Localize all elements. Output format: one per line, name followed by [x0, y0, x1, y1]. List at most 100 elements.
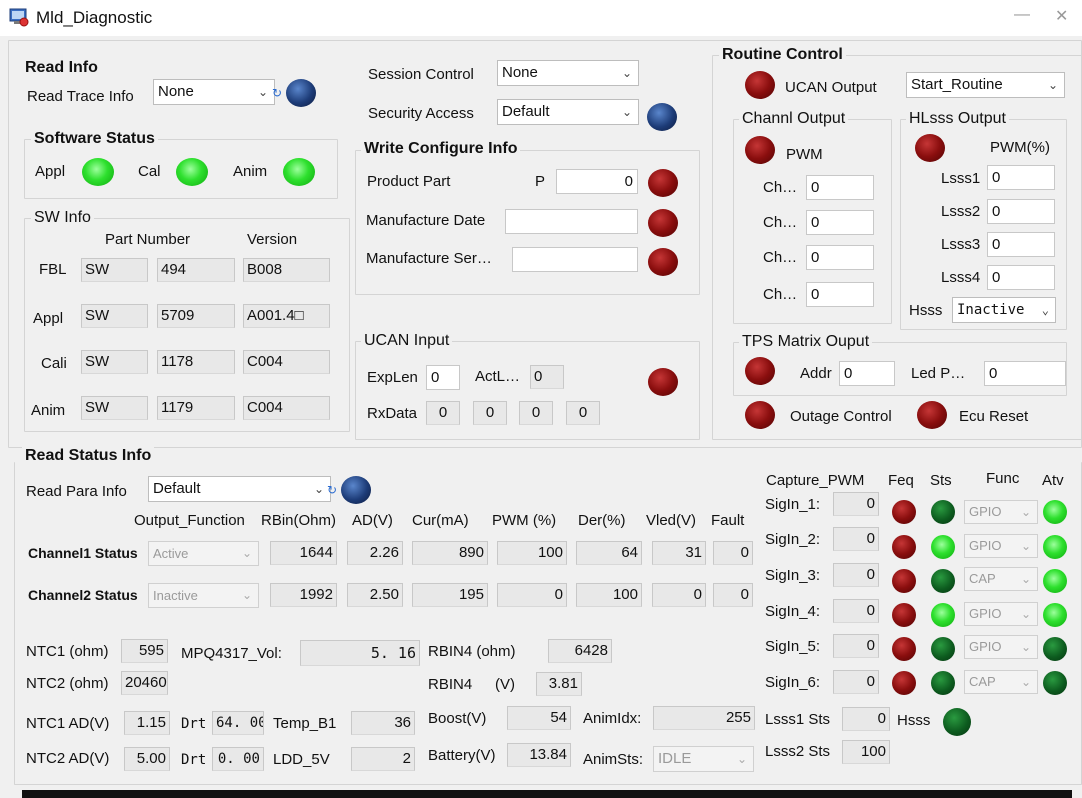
fbl-part-field: 494: [157, 258, 235, 282]
lsss2-sts-label: Lsss2 Sts: [765, 743, 831, 760]
ch-label-4: Ch…: [763, 286, 798, 303]
pwm-label: PWM: [786, 146, 823, 163]
security-access-combo[interactable]: Default ⌄: [497, 99, 639, 125]
sigin5-atv-led: [1043, 637, 1067, 661]
sigin2-sts-led: [931, 535, 955, 559]
explen-input[interactable]: 0: [426, 365, 460, 390]
animsts-combo[interactable]: IDLE ⌄: [653, 746, 754, 772]
routine-combo[interactable]: Start_Routine ⌄: [906, 72, 1065, 98]
minimize-button[interactable]: —: [1014, 6, 1030, 24]
refresh-icon[interactable]: ↻: [272, 86, 282, 100]
chevron-down-icon: ⌄: [1020, 675, 1031, 689]
channel1-cur: 890: [412, 541, 488, 565]
cal-status-label: Cal: [138, 163, 161, 180]
addr-input[interactable]: 0: [839, 361, 895, 386]
sigin5-func-combo[interactable]: GPIO ⌄: [964, 635, 1038, 659]
ntc1-ohm-label: NTC1 (ohm): [26, 643, 109, 660]
animidx-label: AnimIdx:: [583, 710, 642, 727]
cali-part-field: 1178: [157, 350, 235, 374]
sw-info-title: SW Info: [31, 209, 94, 227]
sigin2-label: SigIn_2:: [765, 531, 821, 548]
ntc1-ad-field: 1.15: [124, 711, 170, 735]
appl-sw-field: SW: [81, 304, 148, 328]
sigin3-func-combo[interactable]: CAP ⌄: [964, 567, 1038, 591]
header-vled: Vled(V): [646, 512, 697, 529]
sigin4-value: 0: [833, 599, 879, 623]
sigin4-func-combo[interactable]: GPIO ⌄: [964, 602, 1038, 626]
sigin6-value: 0: [833, 670, 879, 694]
actl-label: ActL…: [475, 368, 521, 385]
lsss2-input[interactable]: 0: [987, 199, 1055, 224]
anim-status-led: [283, 158, 315, 186]
ch-input-3[interactable]: 0: [806, 245, 874, 270]
app-icon: [9, 8, 29, 27]
ledp-input[interactable]: 0: [984, 361, 1066, 386]
ntc2-ad-label: NTC2 AD(V): [26, 750, 110, 767]
ldd-5v-field: 2: [351, 747, 415, 771]
manufacture-ser-led: [648, 248, 678, 276]
hsss-combo[interactable]: Inactive ⌄: [952, 297, 1056, 323]
refresh-icon[interactable]: ↻: [327, 483, 337, 497]
ch-input-1[interactable]: 0: [806, 175, 874, 200]
ucan-input-title: UCAN Input: [361, 332, 453, 350]
channel1-ad: 2.26: [347, 541, 403, 565]
chevron-down-icon: ⌄: [1047, 78, 1058, 92]
channel2-label: Channel2 Status: [28, 587, 138, 603]
rbin4-ohm-label: RBIN4 (ohm): [428, 643, 516, 660]
product-part-input[interactable]: 0: [556, 169, 638, 194]
fbl-version-field: B008: [243, 258, 330, 282]
tps-matrix-title: TPS Matrix Ouput: [739, 333, 873, 351]
manufacture-date-input[interactable]: [505, 209, 638, 234]
hlsss-output-title: HLsss Output: [906, 110, 1009, 128]
appl-status-label: Appl: [35, 163, 66, 180]
session-control-combo[interactable]: None ⌄: [497, 60, 639, 86]
chevron-down-icon: ⌄: [621, 105, 632, 119]
sigin2-feq-led: [892, 535, 916, 559]
read-para-combo[interactable]: Default ⌄: [148, 476, 331, 502]
part-number-header: Part Number: [105, 231, 191, 248]
ucan-input-group: [355, 341, 700, 440]
temp-b1-field: 36: [351, 711, 415, 735]
lsss3-input[interactable]: 0: [987, 232, 1055, 257]
sigin6-atv-led: [1043, 671, 1067, 695]
lsss1-input[interactable]: 0: [987, 165, 1055, 190]
animidx-field: 255: [653, 706, 755, 730]
chevron-down-icon: ⌄: [1020, 572, 1031, 586]
ntc1-ohm-field: 595: [121, 639, 168, 663]
rxdata-byte-0: 0: [426, 401, 460, 425]
rbin4-v-label: RBIN4: [428, 676, 473, 693]
appl-label: Appl: [33, 310, 64, 327]
channel2-fault: 0: [713, 583, 753, 607]
channel2-func-combo[interactable]: Inactive ⌄: [148, 583, 259, 608]
sigin6-func-combo[interactable]: CAP ⌄: [964, 670, 1038, 694]
animsts-label: AnimSts:: [583, 751, 644, 768]
channel1-func-combo[interactable]: Active ⌄: [148, 541, 259, 566]
read-status-group: [14, 462, 1082, 785]
manufacture-ser-label: Manufacture Ser…: [366, 250, 492, 267]
channel1-vled: 31: [652, 541, 706, 565]
lsss4-input[interactable]: 0: [987, 265, 1055, 290]
version-header: Version: [247, 231, 298, 248]
outage-control-led[interactable]: [745, 401, 775, 429]
read-trace-combo[interactable]: None ⌄: [153, 79, 275, 105]
ch-input-2[interactable]: 0: [806, 210, 874, 235]
func-header: Func: [986, 470, 1020, 487]
routine-value: Start_Routine: [911, 76, 1003, 93]
chevron-down-icon: ⌄: [1020, 505, 1031, 519]
header-rbin: RBin(Ohm): [261, 512, 337, 529]
appl-version-field: A001.4□: [243, 304, 330, 328]
rbin4-v-field: 3.81: [536, 672, 582, 696]
boost-label: Boost(V): [428, 710, 487, 727]
sigin1-func-value: GPIO: [969, 504, 1002, 519]
ecu-reset-led[interactable]: [917, 401, 947, 429]
hlsss-pwm-led: [915, 134, 945, 162]
close-button[interactable]: ✕: [1055, 6, 1068, 26]
cali-sw-field: SW: [81, 350, 148, 374]
ldd-5v-label: LDD_5V: [273, 751, 330, 768]
manufacture-ser-input[interactable]: [512, 247, 638, 272]
ch-input-4[interactable]: 0: [806, 282, 874, 307]
sigin5-sts-led: [931, 637, 955, 661]
sigin1-func-combo[interactable]: GPIO ⌄: [964, 500, 1038, 524]
sigin2-func-combo[interactable]: GPIO ⌄: [964, 534, 1038, 558]
chevron-down-icon: ⌄: [257, 85, 268, 99]
